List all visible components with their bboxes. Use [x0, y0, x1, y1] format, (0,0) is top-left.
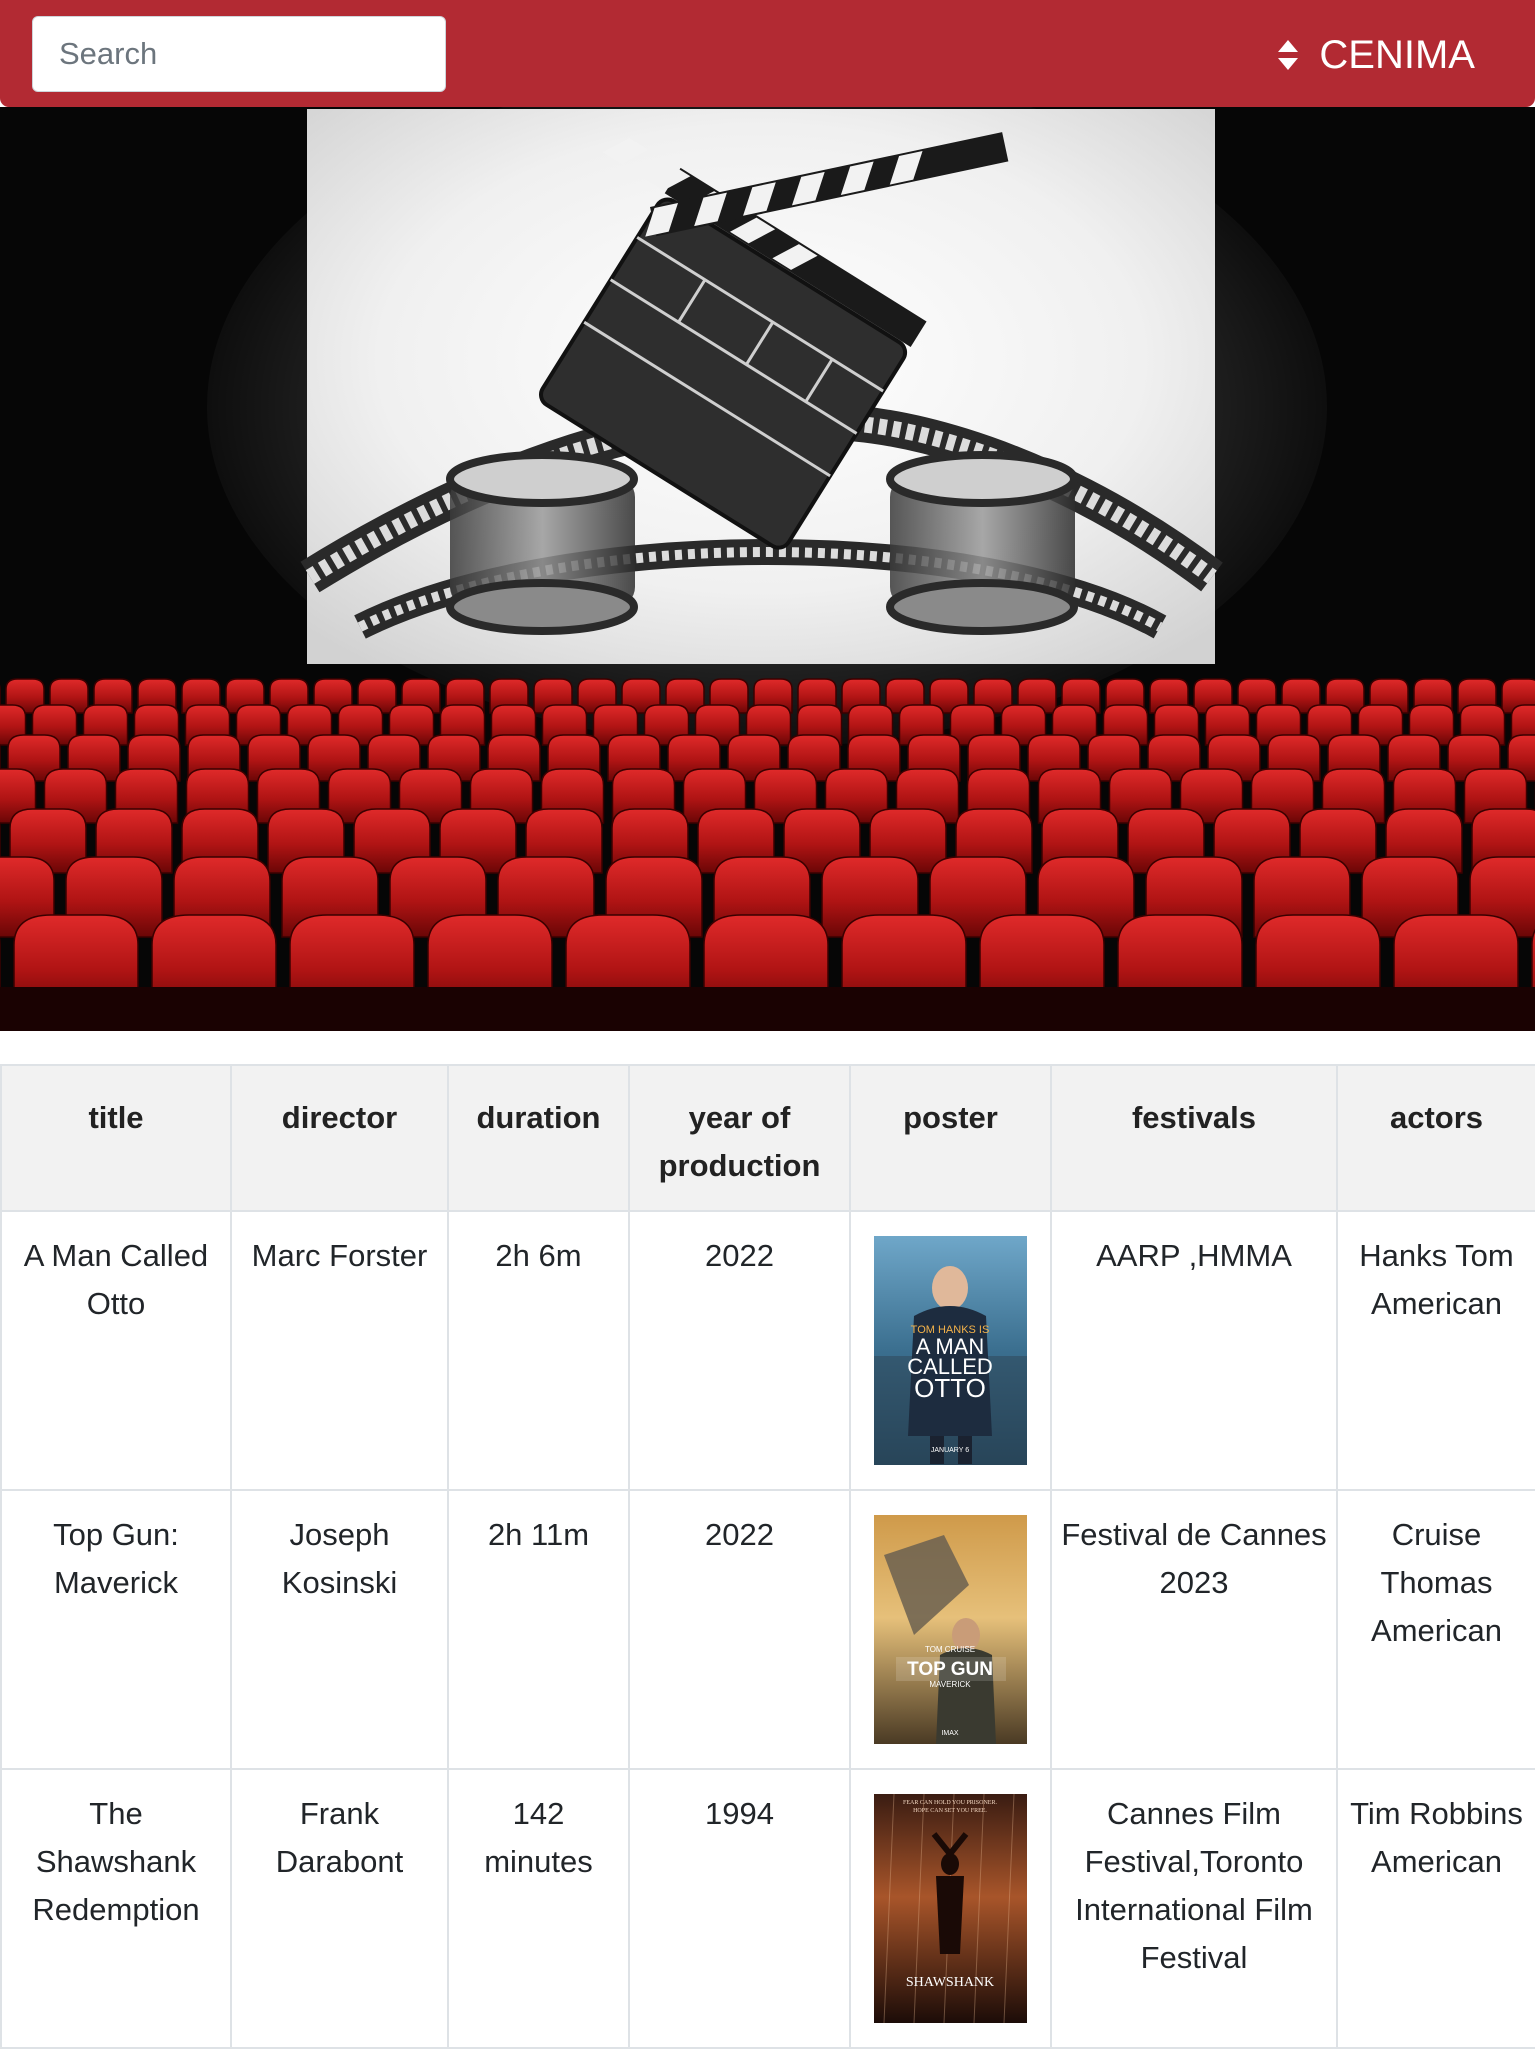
movies-table-container: title director duration year of producti…: [0, 1064, 1535, 2049]
movies-table: title director duration year of producti…: [0, 1064, 1535, 2049]
cinema-hall-image: [0, 107, 1535, 1031]
poster-footer: IMAX: [941, 1730, 958, 1737]
brand-label: CENIMA: [1319, 33, 1475, 78]
cell-director: Frank Darabont: [231, 1769, 448, 2048]
cell-festivals: AARP ,HMMA: [1051, 1211, 1337, 1490]
poster-footer: SHAWSHANK: [906, 1975, 994, 1990]
cell-actors: Tim Robbins American: [1337, 1769, 1535, 2048]
table-row: A Man Called Otto Marc Forster 2h 6m 202…: [1, 1211, 1535, 1490]
header-title: title: [1, 1065, 231, 1211]
cell-director: Joseph Kosinski: [231, 1490, 448, 1769]
cell-festivals: Cannes Film Festival,Toronto Internation…: [1051, 1769, 1337, 2048]
cell-actors: Hanks Tom American: [1337, 1211, 1535, 1490]
table-row: The Shawshank Redemption Frank Darabont …: [1, 1769, 1535, 2048]
header-duration: duration: [448, 1065, 629, 1211]
cell-year: 2022: [629, 1490, 850, 1769]
poster-footer: JANUARY 6: [931, 1447, 969, 1454]
poster-line: HOPE CAN SET YOU FREE.: [913, 1808, 987, 1814]
table-header-row: title director duration year of producti…: [1, 1065, 1535, 1211]
poster-line: TOM CRUISE: [925, 1645, 975, 1654]
cell-poster: FEAR CAN HOLD YOU PRISONER. HOPE CAN SET…: [850, 1769, 1051, 2048]
header-poster: poster: [850, 1065, 1051, 1211]
cell-year: 2022: [629, 1211, 850, 1490]
cell-poster: TOM HANKS IS A MAN CALLED OTTO JANUARY 6: [850, 1211, 1051, 1490]
table-row: Top Gun: Maverick Joseph Kosinski 2h 11m…: [1, 1490, 1535, 1769]
poster-line: FEAR CAN HOLD YOU PRISONER.: [903, 1800, 997, 1806]
navbar: CENIMA: [0, 0, 1535, 107]
cell-duration: 142 minutes: [448, 1769, 629, 2048]
cell-year: 1994: [629, 1769, 850, 2048]
poster-line: TOP GUN: [907, 1659, 993, 1680]
cell-duration: 2h 6m: [448, 1211, 629, 1490]
cell-director: Marc Forster: [231, 1211, 448, 1490]
poster-line: MAVERICK: [929, 1680, 971, 1689]
poster-image[interactable]: FEAR CAN HOLD YOU PRISONER. HOPE CAN SET…: [874, 1794, 1027, 2023]
poster-image[interactable]: TOM CRUISE TOP GUN MAVERICK IMAX: [874, 1515, 1027, 1744]
header-year: year of production: [629, 1065, 850, 1211]
header-actors: actors: [1337, 1065, 1535, 1211]
cell-festivals: Festival de Cannes 2023: [1051, 1490, 1337, 1769]
brand-link[interactable]: CENIMA: [1277, 22, 1475, 88]
cell-title: Top Gun: Maverick: [1, 1490, 231, 1769]
cell-poster: TOM CRUISE TOP GUN MAVERICK IMAX: [850, 1490, 1051, 1769]
header-festivals: festivals: [1051, 1065, 1337, 1211]
search-input[interactable]: [32, 16, 446, 92]
cell-duration: 2h 11m: [448, 1490, 629, 1769]
sort-icon: [1277, 39, 1299, 71]
poster-line: OTTO: [914, 1373, 986, 1403]
cell-title: A Man Called Otto: [1, 1211, 231, 1490]
poster-image[interactable]: TOM HANKS IS A MAN CALLED OTTO JANUARY 6: [874, 1236, 1027, 1465]
cell-actors: Cruise Thomas American: [1337, 1490, 1535, 1769]
cell-title: The Shawshank Redemption: [1, 1769, 231, 2048]
header-director: director: [231, 1065, 448, 1211]
